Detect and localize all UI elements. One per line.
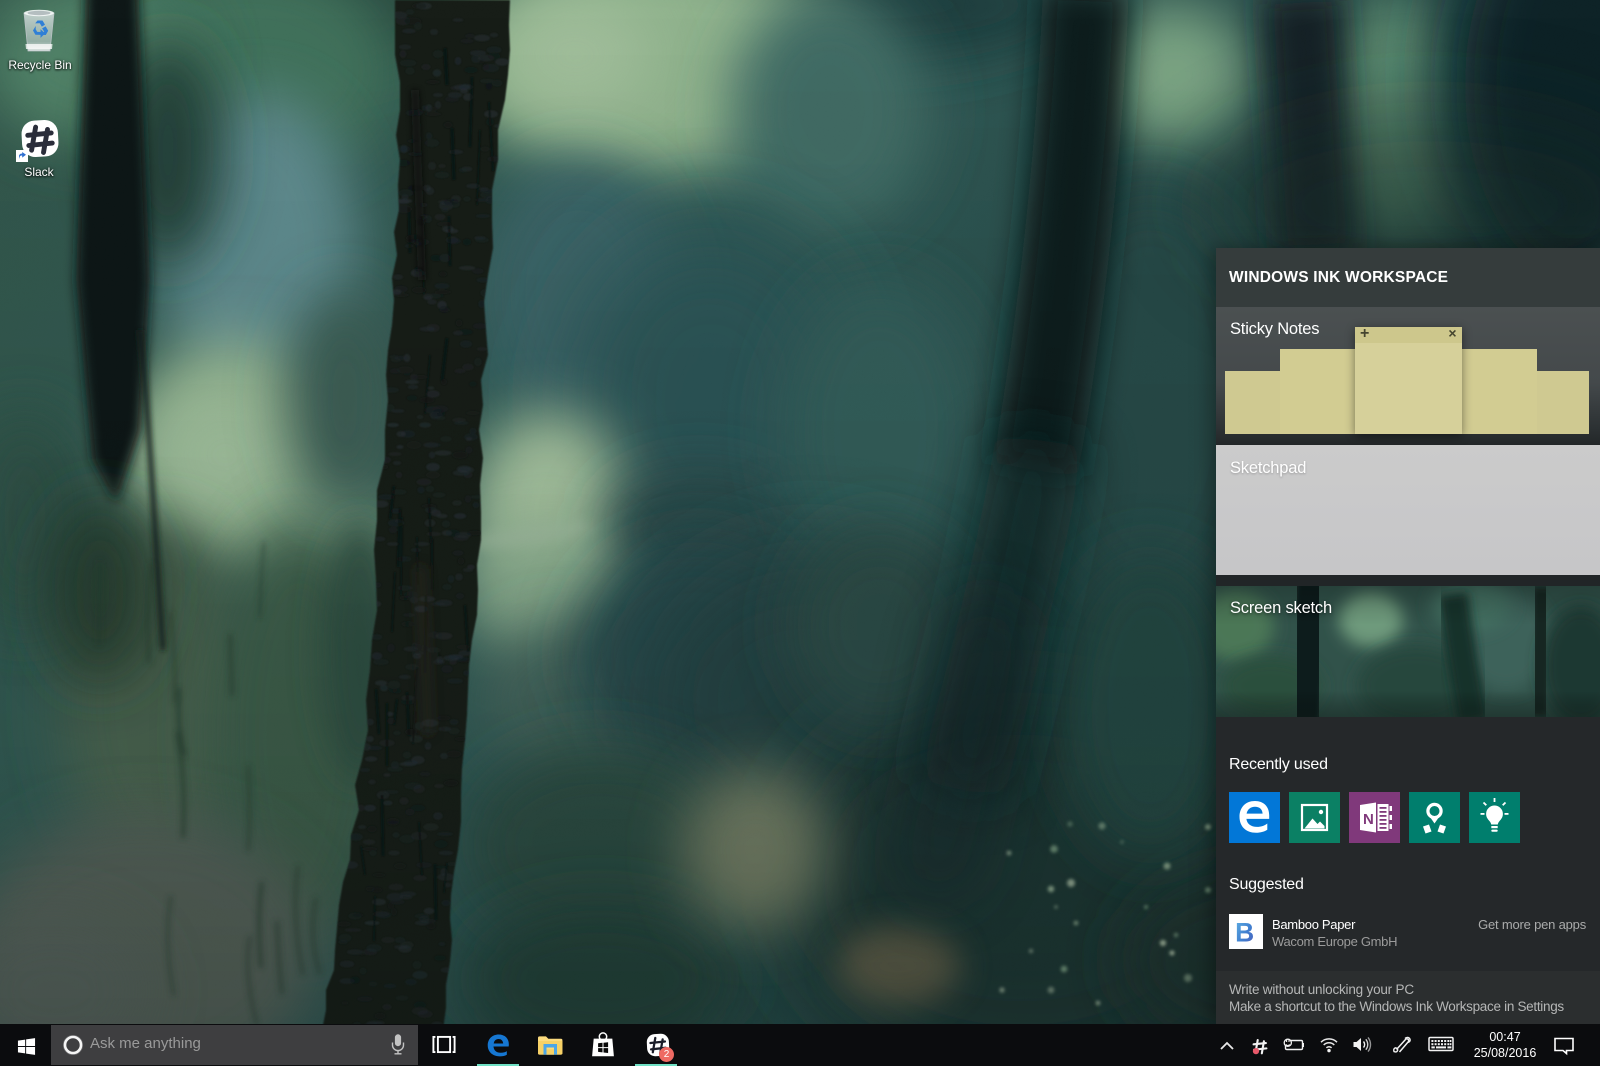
svg-text:B: B xyxy=(1235,917,1254,947)
svg-text:N: N xyxy=(1363,811,1374,828)
